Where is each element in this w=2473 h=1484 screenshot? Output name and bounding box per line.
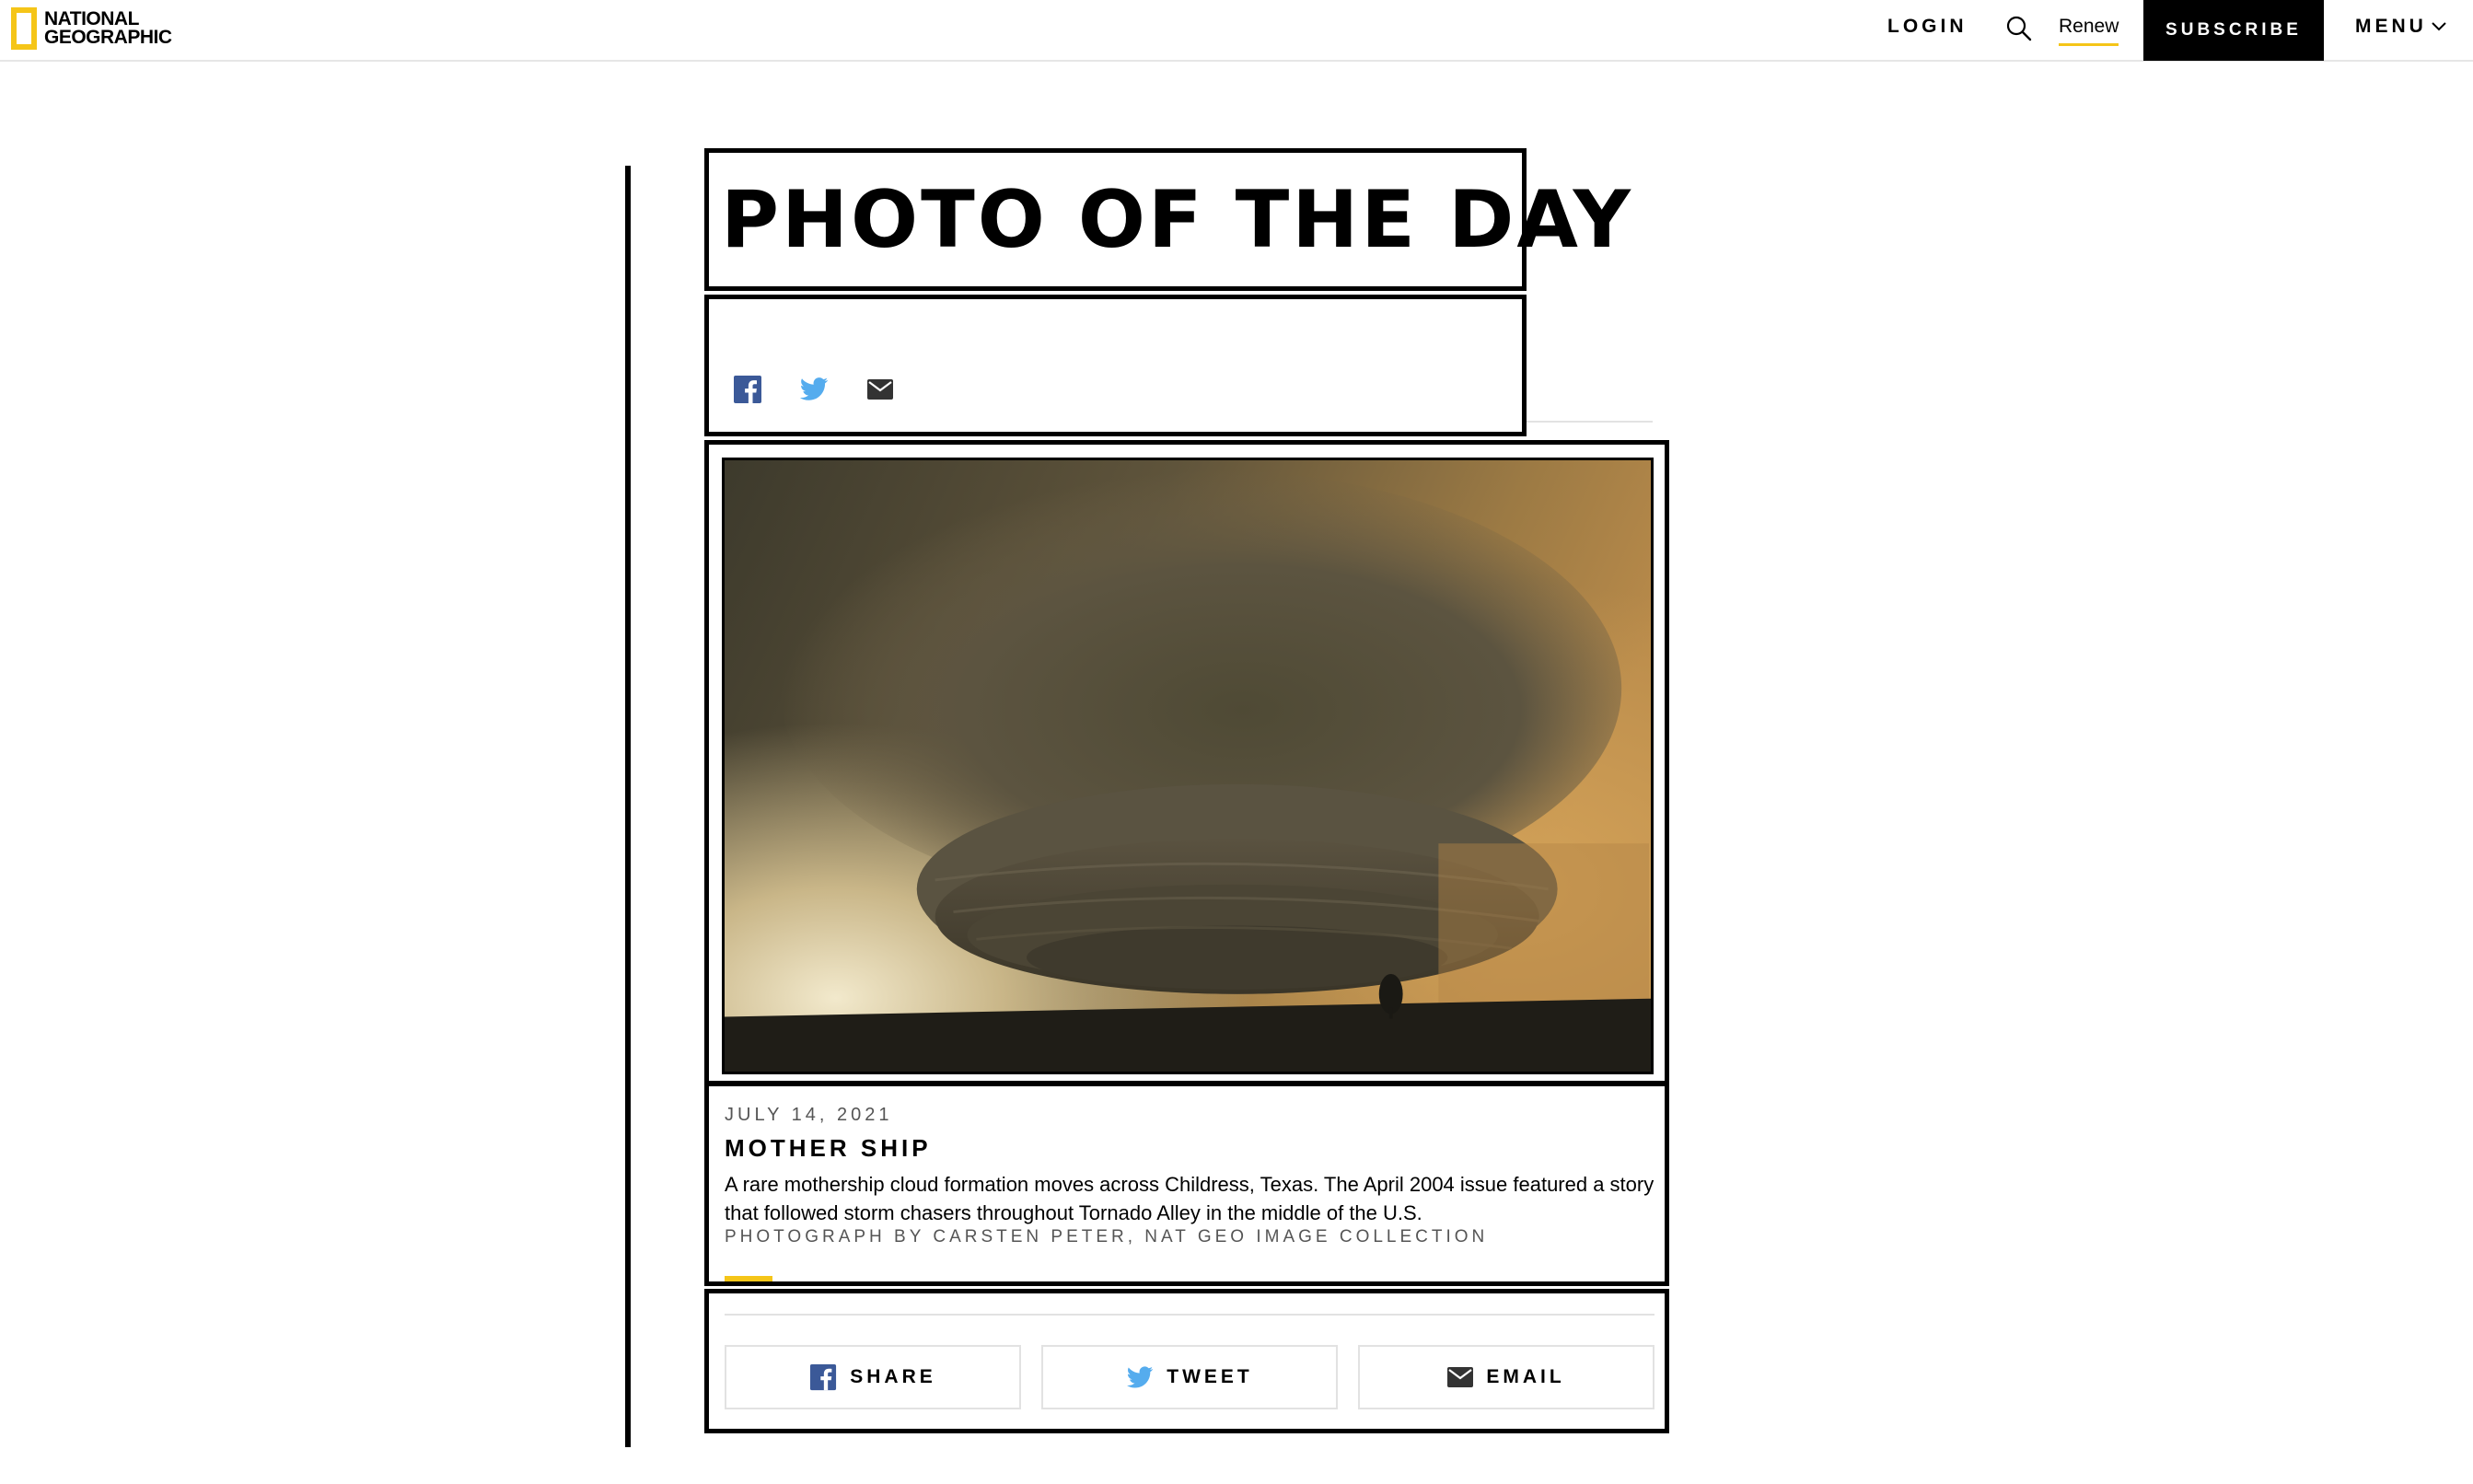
tweet-button[interactable]: TWEET <box>1041 1345 1338 1409</box>
photo-description: A rare mothership cloud formation moves … <box>725 1173 1654 1224</box>
facebook-icon <box>810 1363 837 1391</box>
login-link[interactable]: LOGIN <box>1887 13 1968 41</box>
facebook-icon[interactable] <box>733 375 762 404</box>
yellow-border-logo-icon <box>11 7 37 50</box>
logo-line-2: GEOGRAPHIC <box>44 27 172 48</box>
twitter-icon[interactable] <box>799 375 829 404</box>
menu-button[interactable]: MENU <box>2355 13 2447 41</box>
share-divider <box>725 1314 1654 1316</box>
photo-box <box>704 440 1669 1085</box>
caption-accent-bar <box>725 1276 772 1281</box>
twitter-icon <box>1127 1365 1154 1388</box>
photo-title: MOTHER SHIP <box>725 1134 932 1162</box>
menu-label: MENU <box>2355 16 2427 37</box>
renew-label: Renew <box>2059 16 2119 37</box>
photo-of-the-day-image[interactable] <box>722 458 1654 1074</box>
email-icon[interactable] <box>865 375 895 404</box>
chevron-down-icon <box>2432 22 2446 31</box>
share-button-label: SHARE <box>850 1366 936 1387</box>
email-share-button[interactable]: EMAIL <box>1358 1345 1654 1409</box>
search-icon[interactable] <box>2005 15 2033 42</box>
nat-geo-logo[interactable]: NATIONAL GEOGRAPHIC <box>11 6 172 51</box>
subscribe-button[interactable]: SUBSCRIBE <box>2143 0 2324 61</box>
email-icon <box>1447 1367 1474 1387</box>
caption-box: JULY 14, 2021 MOTHER SHIP A rare mothers… <box>704 1082 1669 1286</box>
renew-underline <box>2059 43 2119 46</box>
email-button-label: EMAIL <box>1486 1366 1565 1387</box>
site-header: NATIONAL GEOGRAPHIC LOGIN Renew SUBSCRIB… <box>0 0 2473 62</box>
vertical-divider <box>625 166 631 1447</box>
logo-wordmark: NATIONAL GEOGRAPHIC <box>44 8 172 48</box>
tweet-button-label: TWEET <box>1167 1366 1253 1387</box>
share-buttons-box: SHARE TWEET EMAIL <box>704 1289 1669 1433</box>
title-box: PHOTO OF THE DAY <box>704 148 1631 291</box>
header-divider <box>1527 421 1653 423</box>
photo-credit: PHOTOGRAPH BY CARSTEN PETER, NAT GEO IMA… <box>725 1227 1489 1246</box>
share-facebook-button[interactable]: SHARE <box>725 1345 1021 1409</box>
renew-link[interactable]: Renew <box>2059 13 2119 46</box>
page-title: PHOTO OF THE DAY <box>721 173 1633 266</box>
social-icons-row <box>733 375 895 404</box>
social-share-box <box>704 295 1527 436</box>
logo-line-1: NATIONAL <box>44 8 139 29</box>
photo-date: JULY 14, 2021 <box>725 1105 893 1125</box>
